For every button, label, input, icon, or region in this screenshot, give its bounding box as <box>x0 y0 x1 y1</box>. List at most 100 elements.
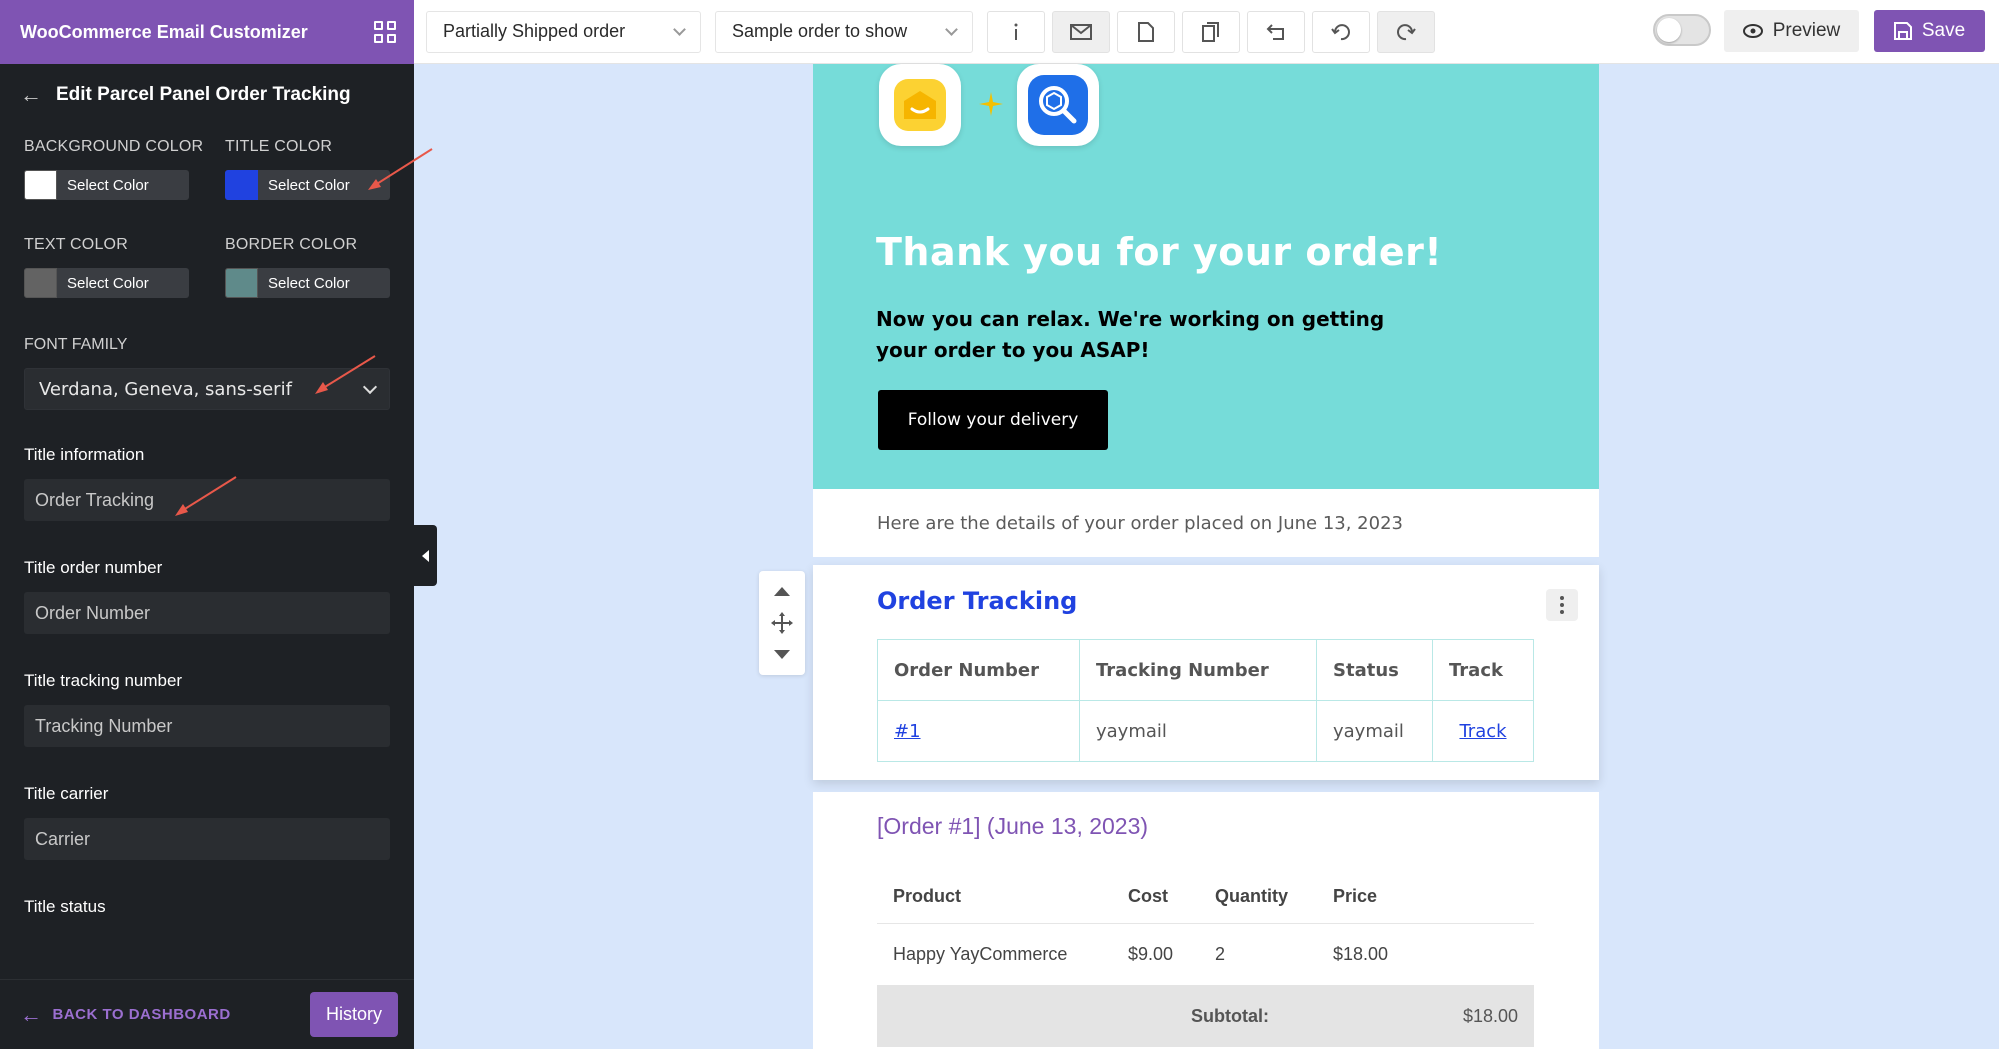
copy-button[interactable] <box>1182 10 1240 53</box>
title-order-number-input[interactable] <box>24 592 390 634</box>
info-button[interactable] <box>987 10 1045 53</box>
document-button[interactable] <box>1117 10 1175 53</box>
color-swatch <box>24 170 57 200</box>
save-icon <box>1893 22 1912 40</box>
background-color-setting: BACKGROUND COLOR Select Color <box>24 138 225 200</box>
color-label: BORDER COLOR <box>225 236 358 253</box>
email-type-select[interactable]: Partially Shipped order <box>426 10 701 53</box>
title-color-setting: TITLE COLOR Select Color <box>225 138 395 200</box>
order-title: [Order #1] (June 13, 2023) <box>877 813 1149 839</box>
border-color-setting: BORDER COLOR Select Color <box>225 236 395 298</box>
column-header: Order Number <box>877 639 1080 701</box>
title-tracking-number-input[interactable] <box>24 705 390 747</box>
order-link[interactable]: #1 <box>894 721 921 742</box>
details-text: Here are the details of your order place… <box>877 512 1403 534</box>
app-title: WooCommerce Email Customizer <box>20 21 308 42</box>
column-header: Price <box>1317 870 1534 924</box>
grid-icon[interactable] <box>374 21 396 43</box>
chevron-down-icon <box>945 22 958 36</box>
font-family-setting: FONT FAMILY Verdana, Geneva, sans-serif <box>0 336 414 410</box>
yaymail-logo <box>879 64 961 146</box>
order-summary-block[interactable]: [Order #1] (June 13, 2023) Product Cost … <box>813 792 1599 1049</box>
tracking-table: Order Number Tracking Number Status Trac… <box>877 639 1534 762</box>
back-to-dashboard-link[interactable]: ← BACK TO DASHBOARD <box>20 1002 231 1028</box>
email-button[interactable] <box>1052 10 1110 53</box>
product-cell: Happy YayCommerce <box>893 943 1068 964</box>
title-information-input[interactable] <box>24 479 390 521</box>
text-color-setting: TEXT COLOR Select Color <box>24 236 225 298</box>
document-icon <box>1138 21 1154 42</box>
column-header: Cost <box>1112 870 1199 924</box>
price-cell: $18.00 <box>1333 943 1389 964</box>
field-label: Title information <box>24 445 145 464</box>
status-cell: yaymail <box>1316 700 1433 762</box>
redo-button[interactable] <box>1377 10 1435 53</box>
reset-button[interactable] <box>1247 10 1305 53</box>
info-icon <box>1014 23 1018 40</box>
order-details-text[interactable]: Here are the details of your order place… <box>813 489 1599 557</box>
save-button[interactable]: Save <box>1874 10 1985 52</box>
table-row: #1 yaymail yaymail Track <box>877 700 1534 762</box>
table-header-row: Product Cost Quantity Price <box>877 870 1534 924</box>
sidebar-footer: ← BACK TO DASHBOARD History <box>0 979 414 1049</box>
table-header-row: Order Number Tracking Number Status Trac… <box>877 639 1534 701</box>
history-button[interactable]: History <box>310 992 398 1037</box>
undo-icon <box>1331 23 1350 40</box>
panel-title: Edit Parcel Panel Order Tracking <box>56 84 351 105</box>
title-information-setting: Title information <box>0 445 414 521</box>
select-color-label: Select Color <box>67 274 149 292</box>
customizer-sidebar: WooCommerce Email Customizer ← Edit Parc… <box>0 0 433 1049</box>
order-tracking-block[interactable]: Order Tracking Order Number Tracking Num… <box>813 565 1599 780</box>
column-header: Track <box>1432 639 1534 701</box>
field-label: Title status <box>24 897 106 916</box>
order-items-table: Product Cost Quantity Price Happy YayCom… <box>877 870 1534 1047</box>
envelope-logo-icon <box>894 79 946 131</box>
title-tracking-number-setting: Title tracking number <box>0 671 414 747</box>
hero-subtitle: Now you can relax. We're working on gett… <box>876 307 1385 362</box>
select-color-label: Select Color <box>268 176 350 194</box>
color-label: TITLE COLOR <box>225 138 333 155</box>
email-preview: Thank you for your order! Now you can re… <box>813 64 1599 1049</box>
column-header: Status <box>1316 639 1433 701</box>
font-family-value: Verdana, Geneva, sans-serif <box>39 378 292 400</box>
sample-order-select[interactable]: Sample order to show <box>715 10 973 53</box>
tracking-number-cell: yaymail <box>1079 700 1317 762</box>
title-carrier-input[interactable] <box>24 818 390 860</box>
back-to-dashboard-label: BACK TO DASHBOARD <box>52 1006 231 1023</box>
arrow-left-icon: ← <box>20 1001 43 1027</box>
back-arrow-icon[interactable]: ← <box>20 82 42 108</box>
preview-button[interactable]: Preview <box>1724 10 1859 52</box>
title-color-button[interactable]: Select Color <box>225 170 390 200</box>
column-header: Tracking Number <box>1079 639 1317 701</box>
dark-mode-toggle[interactable] <box>1653 14 1711 46</box>
track-link[interactable]: Track <box>1459 721 1506 742</box>
background-color-button[interactable]: Select Color <box>24 170 189 200</box>
font-family-select[interactable]: Verdana, Geneva, sans-serif <box>24 368 390 410</box>
email-icon <box>1070 23 1092 40</box>
block-move-controls <box>759 571 805 675</box>
color-swatch <box>225 170 258 200</box>
collapse-sidebar-toggle[interactable] <box>414 525 437 586</box>
undo-button[interactable] <box>1312 10 1370 53</box>
toggle-knob <box>1657 18 1681 42</box>
more-options-icon[interactable] <box>1546 589 1578 621</box>
tracking-title: Order Tracking <box>877 587 1078 615</box>
field-label: Title carrier <box>24 784 109 803</box>
border-color-button[interactable]: Select Color <box>225 268 390 298</box>
follow-delivery-button[interactable]: Follow your delivery <box>878 390 1108 450</box>
move-down-icon[interactable] <box>774 650 790 659</box>
order-number-cell: #1 <box>877 700 1080 762</box>
sparkle-icon <box>979 92 1003 116</box>
track-cell: Track <box>1432 700 1534 762</box>
sample-order-value: Sample order to show <box>732 21 908 41</box>
text-color-button[interactable]: Select Color <box>24 268 189 298</box>
color-swatch <box>225 268 258 298</box>
email-hero[interactable]: Thank you for your order! Now you can re… <box>813 64 1599 489</box>
title-order-number-setting: Title order number <box>0 558 414 634</box>
move-up-icon[interactable] <box>774 587 790 596</box>
color-label: BACKGROUND COLOR <box>24 138 204 155</box>
preview-label: Preview <box>1772 20 1841 41</box>
triangle-left-icon <box>422 549 429 562</box>
drag-move-icon[interactable] <box>771 612 793 634</box>
select-color-label: Select Color <box>268 274 350 292</box>
